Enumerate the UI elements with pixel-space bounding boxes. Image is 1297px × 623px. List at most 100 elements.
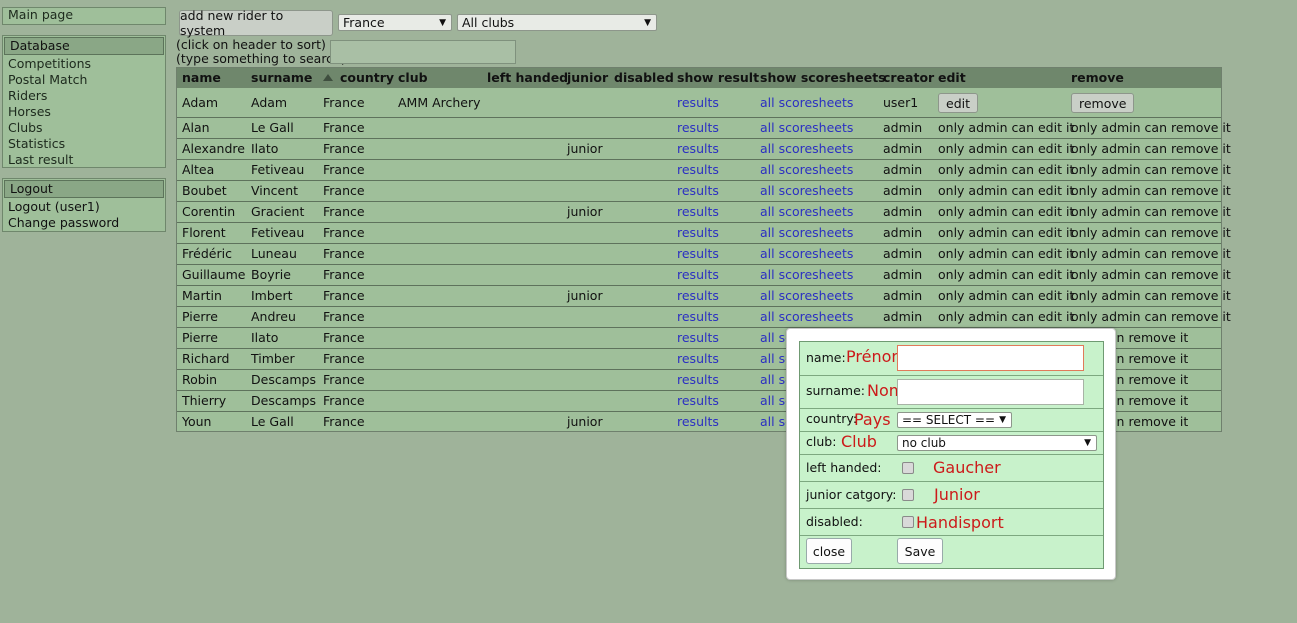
scoresheets-link[interactable]: all scoresheets [760,183,853,198]
sidebar-logout-header[interactable]: Logout [4,180,164,198]
scoresheets-link[interactable]: all scoresheets [760,267,853,282]
sidebar-item-logout-user[interactable]: Logout (user1) [3,199,165,215]
club-filter-select[interactable]: All clubs ▼ [457,14,657,31]
cell-name: Guillaume [182,267,246,282]
header-club[interactable]: club [398,70,428,85]
scoresheets-link[interactable]: all scoresheets [760,225,853,240]
header-edit[interactable]: edit [938,70,966,85]
cell-creator: admin [883,183,923,198]
scoresheets-link[interactable]: all scoresheets [760,162,853,177]
results-link[interactable]: results [677,414,719,429]
header-left-handed[interactable]: left handed [487,70,568,85]
cell-surname: Descamps [251,372,316,387]
table-row: Alexandre Ilato France junior results all sco… [177,138,1231,160]
header-show-scoresheets[interactable]: show scoresheets [760,70,886,85]
sidebar-item-competitions[interactable]: Competitions [3,56,165,72]
header-junior[interactable]: junior [567,70,608,85]
form-row-name: name: Prénom [800,342,1103,376]
scoresheets-link[interactable]: all scoresheets [760,288,853,303]
scoresheets-link[interactable]: all scoresheets [760,120,853,135]
results-link[interactable]: results [677,225,719,240]
cell-edit: only admin can edit it [938,162,1075,177]
results-link[interactable]: results [677,330,719,345]
country-select[interactable]: == SELECT == ▼ [897,412,1012,428]
cell-name: Alan [182,120,210,135]
cell-surname: Luneau [251,246,297,261]
cell-remove: only admin can remove it [1071,204,1231,219]
cell-name: Adam [182,95,219,110]
results-link[interactable]: results [677,372,719,387]
results-link[interactable]: results [677,351,719,366]
name-input[interactable] [897,345,1084,371]
table-row: Boubet Vincent France results all scoresheet… [177,180,1231,202]
form-row-junior: junior catgory: Junior [800,482,1103,509]
scoresheets-link[interactable]: all scoresheets [760,204,853,219]
cell-edit: only admin can edit it [938,141,1075,156]
form-row-surname: surname: Nom de famille [800,376,1103,409]
results-link[interactable]: results [677,183,719,198]
cell-name: Frédéric [182,246,232,261]
scoresheets-link[interactable]: all scoresheets [760,141,853,156]
scoresheets-link[interactable]: all scoresheets [760,309,853,324]
edit-button[interactable]: edit [938,93,978,113]
search-input[interactable] [330,40,516,64]
left-handed-checkbox[interactable] [902,462,914,474]
cell-country: France [323,351,365,366]
cell-junior: junior [567,288,603,303]
table-row: Corentin Gracient France junior results all s… [177,201,1231,223]
scoresheets-link[interactable]: all scoresheets [760,95,853,110]
sidebar-item-postal-match[interactable]: Postal Match [3,72,165,88]
sidebar-item-clubs[interactable]: Clubs [3,120,165,136]
save-button[interactable]: Save [897,538,943,564]
results-link[interactable]: results [677,162,719,177]
cell-creator: admin [883,267,923,282]
header-creator[interactable]: creator [883,70,934,85]
cell-club: AMM Archery [398,95,481,110]
surname-input[interactable] [897,379,1084,405]
cell-country: France [323,372,365,387]
sidebar-item-last-result[interactable]: Last result [3,152,165,168]
scoresheets-link[interactable]: all scoresheets [760,246,853,261]
header-country[interactable]: country [340,70,394,85]
results-link[interactable]: results [677,141,719,156]
header-remove[interactable]: remove [1071,70,1124,85]
remove-button[interactable]: remove [1071,93,1135,113]
cell-name: Boubet [182,183,227,198]
results-link[interactable]: results [677,204,719,219]
sidebar-item-horses[interactable]: Horses [3,104,165,120]
cell-name: Pierre [182,330,218,345]
cell-edit: only admin can edit it [938,288,1075,303]
close-button[interactable]: close [806,538,852,564]
triangle-down-icon: ▼ [1084,438,1091,448]
results-link[interactable]: results [677,288,719,303]
sidebar-item-statistics[interactable]: Statistics [3,136,165,152]
header-surname[interactable]: surname [251,70,312,85]
table-row: Frédéric Luneau France results all scoreshee… [177,243,1231,265]
cell-remove: only admin can remove it [1071,309,1231,324]
header-show-result[interactable]: show result [677,70,759,85]
sidebar-item-main-page[interactable]: Main page [3,8,165,22]
triangle-down-icon: ▼ [439,18,446,28]
junior-checkbox[interactable] [902,489,914,501]
sidebar-item-change-password[interactable]: Change password [3,215,165,231]
header-name[interactable]: name [182,70,221,85]
cell-edit: only admin can edit it [938,225,1075,240]
cell-junior: junior [567,141,603,156]
header-disabled[interactable]: disabled [614,70,674,85]
cell-country: France [323,288,365,303]
cell-country: France [323,267,365,282]
club-select-value: no club [902,436,946,450]
cell-edit: only admin can edit it [938,183,1075,198]
disabled-checkbox[interactable] [902,516,914,528]
results-link[interactable]: results [677,120,719,135]
country-filter-select[interactable]: France ▼ [338,14,452,31]
results-link[interactable]: results [677,95,719,110]
results-link[interactable]: results [677,393,719,408]
results-link[interactable]: results [677,246,719,261]
add-rider-button[interactable]: add new rider to system [179,8,333,38]
results-link[interactable]: results [677,309,719,324]
sidebar-item-riders[interactable]: Riders [3,88,165,104]
cell-name: Alexandre [182,141,245,156]
club-select[interactable]: no club ▼ [897,435,1097,451]
results-link[interactable]: results [677,267,719,282]
